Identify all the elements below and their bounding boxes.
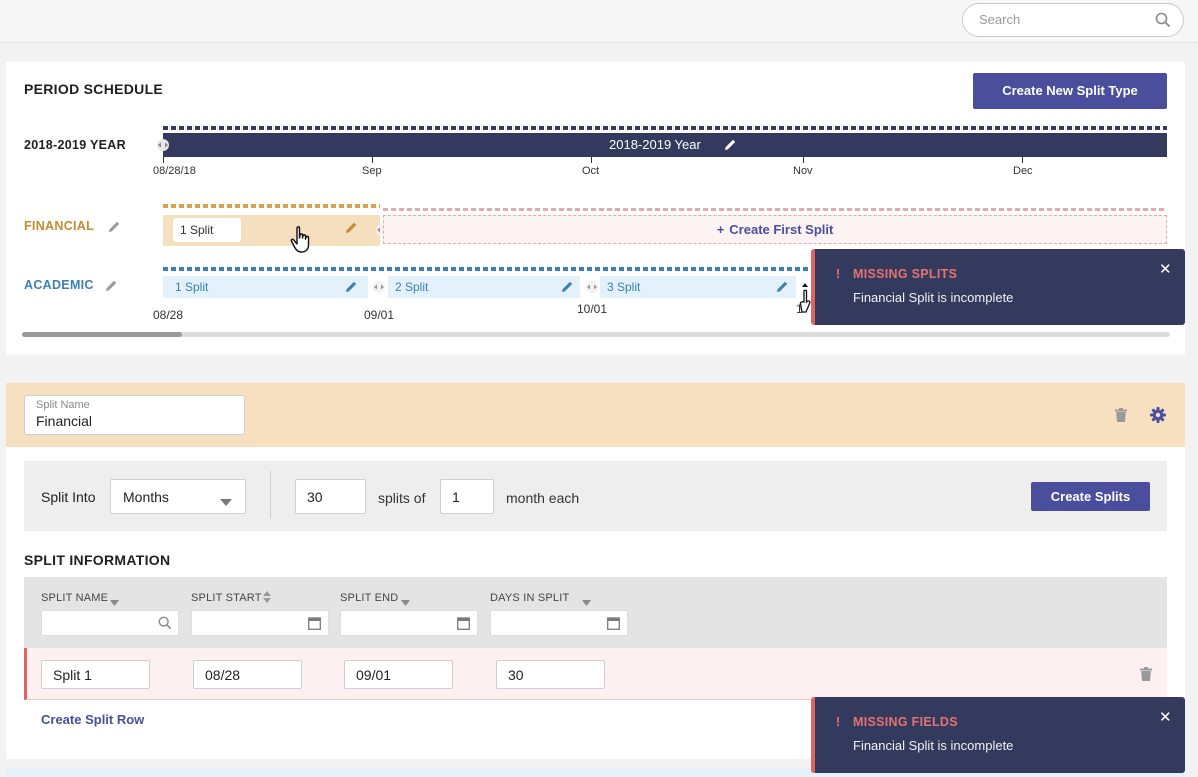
divider [270,471,271,518]
search-input[interactable] [979,12,1149,27]
year-drag-handle-icon[interactable] [155,139,171,154]
horizontal-scrollbar-track[interactable] [22,332,1170,337]
split-end-filter[interactable] [340,610,478,636]
financial-split-pill[interactable]: 1 Split [173,218,241,242]
column-header-split-name[interactable]: SPLIT NAME [41,592,108,604]
row-days-in-split-input[interactable] [496,660,605,689]
academic-split-1-edit-icon[interactable] [345,280,358,296]
toast-message: Financial Split is incomplete [853,738,1014,753]
split-name-input[interactable] [36,413,226,429]
calendar-icon[interactable] [308,616,321,633]
academic-split-3-label: 3 Split [607,280,641,294]
period-schedule-title: PERIOD SCHEDULE [24,81,164,97]
alert-exclamation-icon: ! [836,715,841,729]
axis-tick [591,157,592,163]
axis-tick [1022,157,1023,163]
split-name-label: Split Name [36,399,90,411]
missing-fields-toast: ! MISSING FIELDS Financial Split is inco… [811,697,1185,773]
academic-split-1[interactable]: 1 Split [163,276,368,298]
academic-split-1-label: 1 Split [175,280,209,294]
academic-row-label: ACADEMIC [24,278,94,292]
row-split-end-input[interactable] [344,660,453,689]
create-first-split-label: Create First Split [729,222,834,237]
academic-split-2-label: 2 Split [395,280,429,294]
academic-date-label: 1 [796,302,803,316]
academic-drag-handle-icon[interactable] [584,281,600,296]
toast-message: Financial Split is incomplete [853,290,1014,305]
hand-cursor-icon [290,226,312,257]
days-in-split-filter[interactable] [490,610,628,636]
row-trash-icon[interactable] [1140,667,1152,684]
academic-edit-pencil-icon[interactable] [105,279,118,295]
column-header-split-start[interactable]: SPLIT START [191,592,262,604]
horizontal-scrollbar-thumb[interactable] [22,332,182,337]
missing-splits-toast: ! MISSING SPLITS Financial Split is inco… [811,249,1185,325]
year-edit-pencil-icon[interactable] [724,138,737,154]
financial-dashed-border [163,204,380,208]
plus-icon: + [716,222,725,237]
academic-split-3[interactable]: 3 Split [600,276,796,298]
academic-date-label: 09/01 [364,308,395,322]
axis-tick-label: Oct [582,165,600,177]
row-split-start-input[interactable] [193,660,302,689]
toast-title: MISSING FIELDS [853,715,958,729]
search-box[interactable] [962,3,1184,37]
month-each-label: month each [506,490,580,506]
trash-icon[interactable] [1115,408,1127,425]
axis-tick [372,157,373,163]
chevron-down-icon [220,494,232,509]
toast-title: MISSING SPLITS [853,267,958,281]
financial-row-label: FINANCIAL [24,219,95,233]
create-splits-button[interactable]: Create Splits [1031,482,1150,511]
academic-split-2[interactable]: 2 Split [388,276,580,298]
split-name-filter[interactable] [41,610,179,636]
alert-exclamation-icon: ! [836,267,841,281]
close-icon[interactable]: ✕ [1159,708,1172,726]
calendar-icon[interactable] [607,616,620,633]
search-icon [158,616,172,633]
year-bar-label: 2018-2019 Year [609,137,701,152]
search-icon[interactable] [1155,12,1171,31]
gear-icon[interactable] [1150,407,1166,426]
create-first-split-button[interactable]: + Create First Split [383,215,1167,244]
academic-date-label: 10/01 [577,302,608,316]
create-split-row-link[interactable]: Create Split Row [41,712,144,727]
axis-tick-label: Dec [1013,165,1033,177]
sort-both-icon[interactable] [263,591,271,606]
splits-of-label: splits of [378,490,426,506]
axis-tick [803,157,804,163]
financial-split-edit-icon[interactable] [345,221,358,237]
axis-tick [163,157,164,163]
sort-down-icon[interactable] [110,594,119,609]
calendar-icon[interactable] [457,616,470,633]
year-row-label: 2018-2019 YEAR [24,138,126,152]
column-header-split-end[interactable]: SPLIT END [340,592,398,604]
split-start-filter[interactable] [191,610,329,636]
sort-down-icon[interactable] [401,594,410,609]
financial-empty-dashed-border [383,208,1167,211]
split-into-value: Months [123,489,169,505]
academic-drag-handle-icon[interactable] [371,281,387,296]
months-per-split-input[interactable] [440,479,494,514]
split-into-select[interactable]: Months [110,479,246,514]
sort-down-icon[interactable] [582,594,591,609]
split-count-input[interactable] [295,479,366,514]
close-icon[interactable]: ✕ [1159,260,1172,278]
split-information-title: SPLIT INFORMATION [24,552,171,568]
axis-tick-label: 08/28/18 [153,165,196,177]
academic-dashed-border [163,267,813,271]
academic-split-3-edit-icon[interactable] [776,280,789,296]
axis-tick-label: Nov [793,165,813,177]
financial-edit-pencil-icon[interactable] [108,220,121,236]
academic-date-label: 08/28 [153,308,184,322]
split-into-label: Split Into [41,489,96,505]
create-new-split-type-button[interactable]: Create New Split Type [973,73,1167,109]
row-split-name-input[interactable] [41,660,150,689]
year-dashed-border [163,126,1167,130]
axis-tick-label: Sep [362,165,382,177]
split-name-field[interactable]: Split Name [24,395,245,435]
academic-split-2-edit-icon[interactable] [561,280,574,296]
column-header-days-in-split[interactable]: DAYS IN SPLIT [490,592,569,604]
